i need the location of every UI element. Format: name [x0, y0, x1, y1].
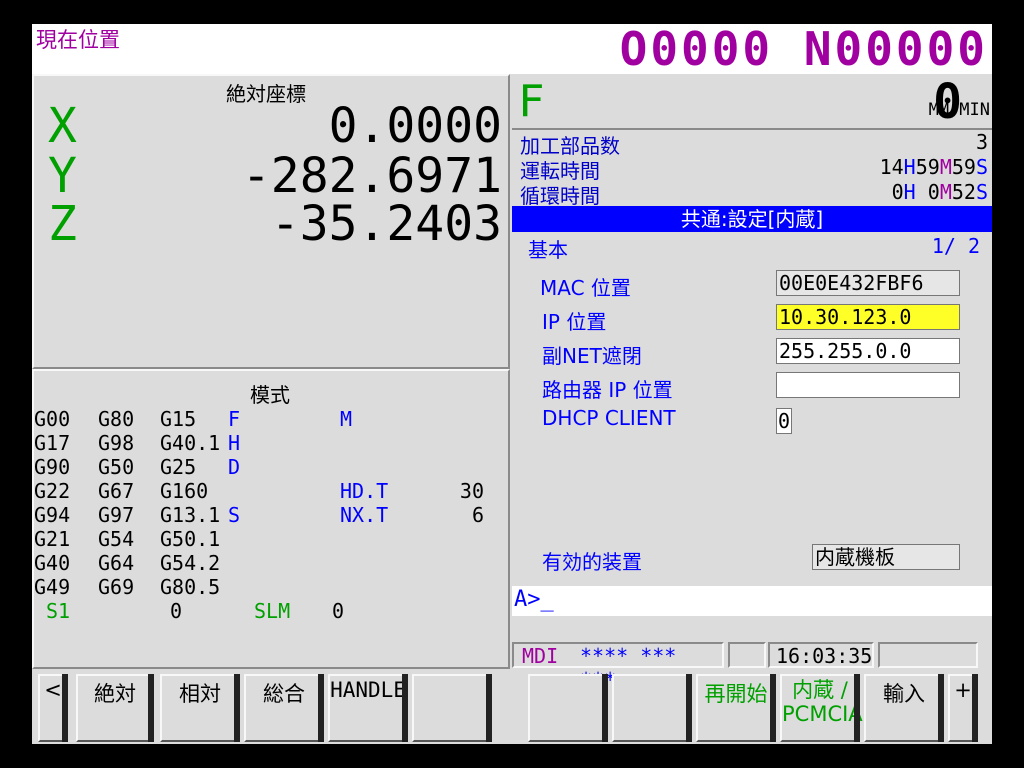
modal-cell: G13.1 — [160, 503, 221, 527]
modal-cell: G49 — [34, 575, 71, 599]
softkey-blank-3[interactable] — [612, 674, 692, 742]
axis-z-label: Z — [48, 196, 77, 252]
modal-cell: G160 — [160, 479, 209, 503]
run-time-value: 14H59M59S — [879, 155, 988, 179]
program-number: O0000 N00000 — [619, 24, 988, 76]
softkey-input[interactable]: 輸入 — [864, 674, 944, 742]
modal-cell: G67 — [98, 479, 135, 503]
status-spare-cell — [878, 642, 978, 668]
modal-cell: G40 — [34, 551, 71, 575]
slm-label: SLM — [254, 599, 291, 623]
spindle-label: S1 — [46, 599, 71, 623]
modal-cell: G50 — [98, 455, 135, 479]
status-time-cell: 16:03:35 — [768, 642, 874, 668]
modal-cell: G69 — [98, 575, 135, 599]
slm-value: 0 — [332, 599, 345, 623]
axis-z-value: -35.2403 — [270, 196, 502, 252]
softkey-restart[interactable]: 再開始 — [696, 674, 776, 742]
modal-cell: G80 — [98, 407, 135, 431]
modal-cell: G54 — [98, 527, 135, 551]
modal-cell: NX.T — [340, 503, 389, 527]
modal-cell: G50.1 — [160, 527, 221, 551]
softkey-blank-2[interactable] — [528, 674, 608, 742]
softkey-blank-1[interactable] — [412, 674, 492, 742]
ip-address-field[interactable]: 10.30.123.0 — [776, 304, 960, 330]
screen-title: 現在位置 — [36, 28, 120, 52]
softkey-absolute[interactable]: 絶対 — [76, 674, 154, 742]
status-mode: MDI — [522, 644, 559, 668]
modal-cell: F — [228, 407, 241, 431]
title-bar: 現在位置 O0000 N00000 — [32, 24, 992, 76]
key-input-line[interactable]: A>_ — [512, 586, 992, 616]
clock: 16:03:35 — [776, 644, 873, 668]
modal-cell: G98 — [98, 431, 135, 455]
mac-address-field[interactable]: 00E0E432FBF6 — [776, 270, 960, 296]
field-label-dhcp: DHCP CLIENT — [542, 406, 676, 430]
modal-cell: HD.T — [340, 479, 389, 503]
subnet-mask-field[interactable]: 255.255.0.0 — [776, 338, 960, 364]
cycle-time-value: 0H 0M52S — [891, 180, 988, 204]
modal-cell: G80.5 — [160, 575, 221, 599]
absolute-position-panel: 絶対座標 X 0.0000 Y -282.6971 Z -35.2403 — [32, 74, 510, 369]
modal-cell: G54.2 — [160, 551, 221, 575]
softkey-prev[interactable]: < — [38, 674, 68, 742]
valid-device-label: 有効的装置 — [542, 550, 642, 574]
dhcp-client-field[interactable]: 0 — [776, 408, 792, 434]
softkey-relative[interactable]: 相対 — [160, 674, 240, 742]
softkey-all[interactable]: 総合 — [244, 674, 324, 742]
feedrate-box: F 0 MM/MIN — [512, 74, 992, 130]
settings-section: 基本 — [528, 238, 568, 262]
modal-info-panel: 模式 G00 G80 G15 F M G17 G98 G40.1 H G90 G… — [32, 369, 510, 669]
modal-cell: G21 — [34, 527, 71, 551]
softkey-memory-card[interactable]: 内蔵 / PCMCIA — [780, 674, 863, 742]
modal-cell: G25 — [160, 455, 197, 479]
settings-panel: F 0 MM/MIN 加工部品数 3 運転時間 14H59M59S 循環時間 0… — [512, 74, 992, 586]
modal-header: 模式 — [250, 383, 290, 407]
modal-cell: G90 — [34, 455, 71, 479]
status-empty-cell — [728, 642, 766, 668]
input-prompt: A>_ — [514, 587, 554, 612]
router-ip-field[interactable] — [776, 372, 960, 398]
modal-cell: M — [340, 407, 353, 431]
modal-cell: G94 — [34, 503, 71, 527]
feed-label: F — [518, 76, 545, 127]
modal-cell: G00 — [34, 407, 71, 431]
field-label-mac: MAC 位置 — [540, 276, 631, 300]
valid-device-field[interactable]: 内蔵機板 — [812, 544, 960, 570]
field-label-ip: IP 位置 — [542, 310, 607, 334]
axis-x-label: X — [48, 98, 77, 154]
feed-unit: MM/MIN — [928, 100, 990, 120]
settings-header: 共通:設定[内蔵] — [512, 206, 992, 232]
modal-cell: G22 — [34, 479, 71, 503]
softkey-next[interactable]: + — [948, 674, 978, 742]
modal-cell: G64 — [98, 551, 135, 575]
modal-cell: G97 — [98, 503, 135, 527]
modal-cell: H — [228, 431, 241, 455]
modal-cell: 6 — [471, 503, 484, 527]
modal-cell: 30 — [459, 479, 484, 503]
axis-x-value: 0.0000 — [328, 98, 502, 154]
status-mode-cell: MDI **** *** *** — [512, 642, 724, 692]
parts-count-value: 3 — [975, 130, 988, 154]
modal-cell: G17 — [34, 431, 71, 455]
cnc-screen: 現在位置 O0000 N00000 絶対座標 X 0.0000 Y -282.6… — [32, 24, 992, 744]
spindle-value: 0 — [170, 599, 183, 623]
field-label-router: 路由器 IP 位置 — [542, 378, 673, 402]
field-label-subnet: 副NET遮閉 — [542, 344, 642, 368]
modal-cell: G15 — [160, 407, 197, 431]
softkey-handle[interactable]: HANDLE — [328, 674, 408, 742]
page-indicator: 1/ 2 — [931, 234, 980, 258]
modal-cell: S — [228, 503, 241, 527]
cycle-time-label: 循環時間 — [520, 184, 600, 208]
modal-cell: G40.1 — [160, 431, 221, 455]
modal-cell: D — [228, 455, 241, 479]
